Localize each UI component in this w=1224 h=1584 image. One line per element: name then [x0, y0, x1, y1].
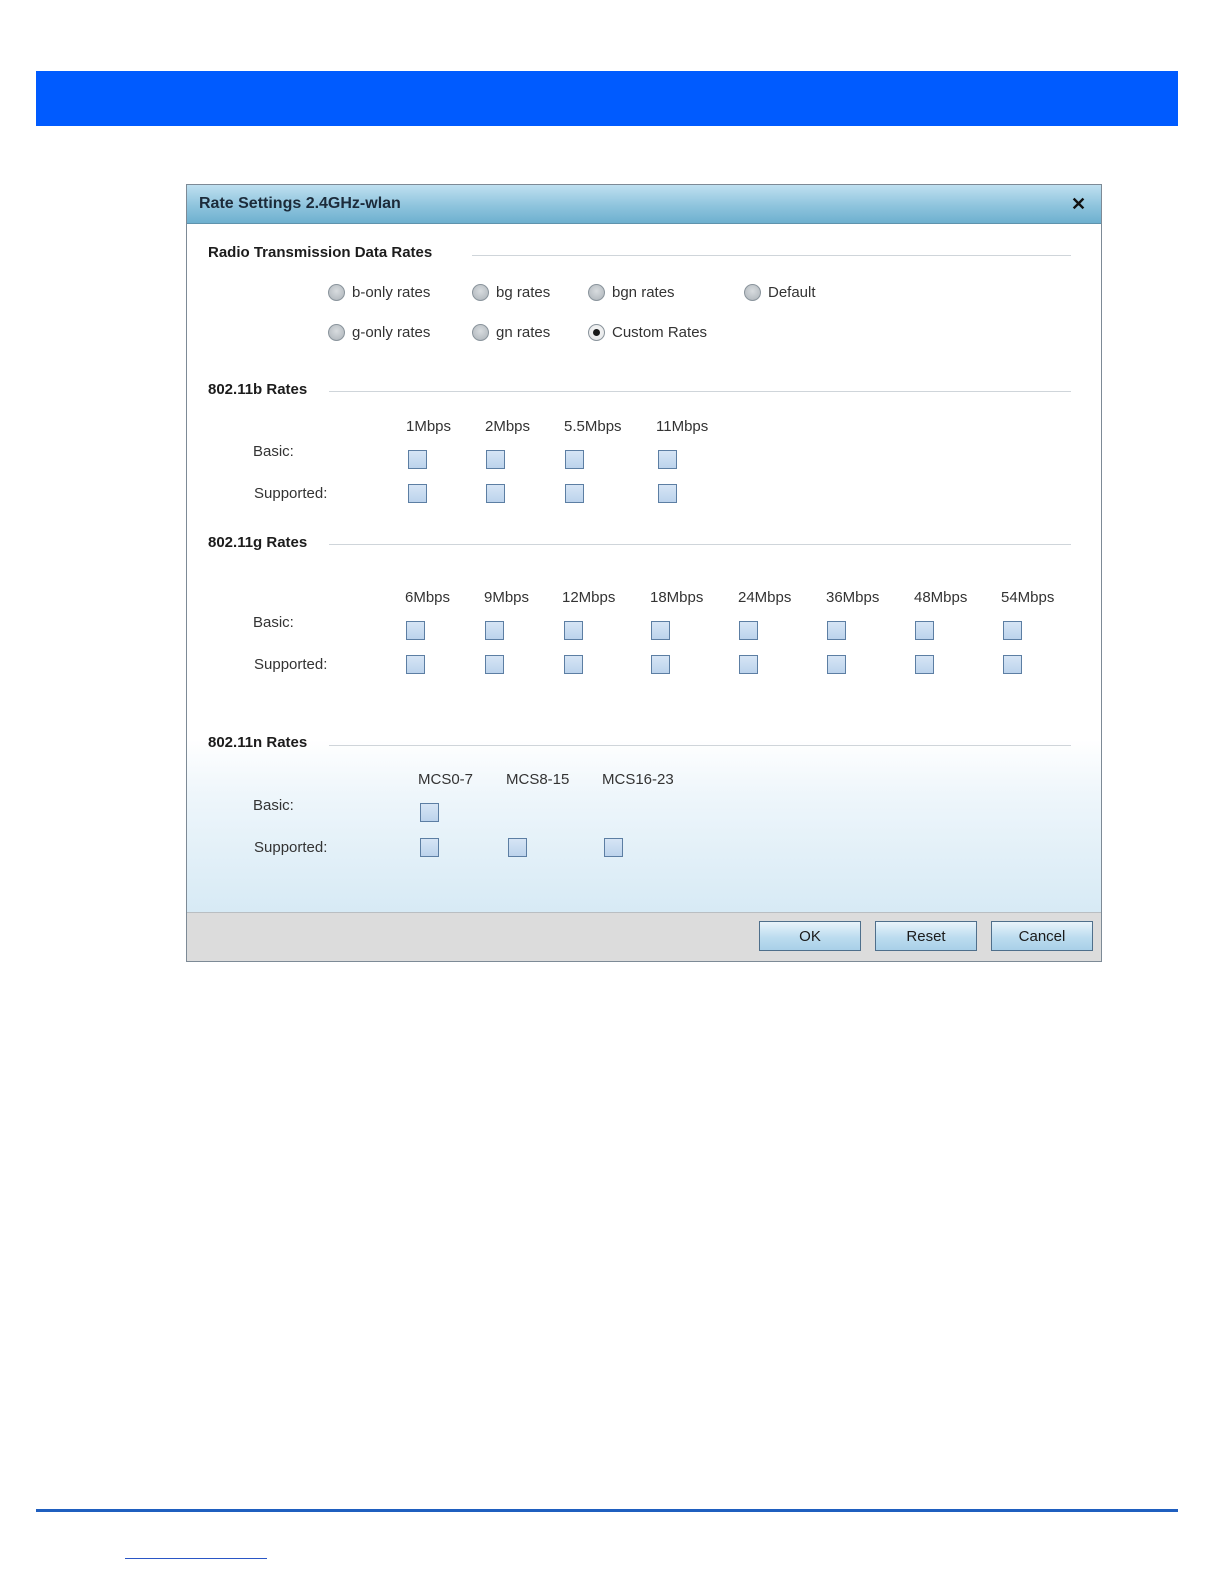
b-supported-1mbps-checkbox[interactable]	[408, 484, 427, 503]
g-col-12mbps: 12Mbps	[562, 589, 616, 606]
g-supported-24mbps-checkbox[interactable]	[739, 655, 758, 674]
b-supported-label: Supported:	[254, 485, 328, 502]
radio-gn-rates[interactable]: gn rates	[472, 324, 550, 341]
g-col-18mbps: 18Mbps	[650, 589, 704, 606]
g-supported-label: Supported:	[254, 656, 328, 673]
g-basic-48mbps-checkbox[interactable]	[915, 621, 934, 640]
top-banner	[36, 71, 1178, 126]
reset-button[interactable]: Reset	[875, 921, 977, 951]
radio-label: gn rates	[496, 324, 551, 341]
footer-rule	[36, 1509, 1178, 1512]
b-rates-section-title: 802.11b Rates	[208, 381, 308, 398]
b-basic-5-5mbps-checkbox[interactable]	[565, 450, 584, 469]
radio-rates-section-title: Radio Transmission Data Rates	[208, 244, 433, 261]
n-supported-mcs16-23-checkbox[interactable]	[604, 838, 623, 857]
section-divider	[329, 391, 1071, 392]
dialog-title: Rate Settings 2.4GHz-wlan	[199, 195, 401, 212]
section-divider	[329, 544, 1071, 545]
b-col-2mbps: 2Mbps	[485, 418, 531, 435]
g-supported-54mbps-checkbox[interactable]	[1003, 655, 1022, 674]
g-basic-9mbps-checkbox[interactable]	[485, 621, 504, 640]
b-supported-11mbps-checkbox[interactable]	[658, 484, 677, 503]
radio-bg-rates[interactable]: bg rates	[472, 284, 550, 301]
g-col-9mbps: 9Mbps	[484, 589, 530, 606]
g-supported-36mbps-checkbox[interactable]	[827, 655, 846, 674]
g-basic-12mbps-checkbox[interactable]	[564, 621, 583, 640]
radio-label: bg rates	[496, 284, 551, 301]
section-divider	[472, 255, 1071, 256]
radio-label: bgn rates	[612, 284, 675, 301]
radio-g-only-rates[interactable]: g-only rates	[328, 324, 430, 341]
b-supported-5-5mbps-checkbox[interactable]	[565, 484, 584, 503]
footer-link-underline	[125, 1558, 267, 1559]
g-basic-6mbps-checkbox[interactable]	[406, 621, 425, 640]
g-supported-6mbps-checkbox[interactable]	[406, 655, 425, 674]
b-basic-label: Basic:	[253, 443, 294, 460]
radio-label: g-only rates	[352, 324, 431, 341]
dialog-footer: OK Reset Cancel	[187, 912, 1101, 961]
g-basic-36mbps-checkbox[interactable]	[827, 621, 846, 640]
g-col-54mbps: 54Mbps	[1001, 589, 1055, 606]
g-col-6mbps: 6Mbps	[405, 589, 451, 606]
dialog-titlebar: Rate Settings 2.4GHz-wlan ✕	[187, 185, 1101, 224]
n-col-mcs16-23: MCS16-23	[602, 771, 674, 788]
g-basic-24mbps-checkbox[interactable]	[739, 621, 758, 640]
b-col-5-5mbps: 5.5Mbps	[564, 418, 622, 435]
radio-button-selected[interactable]	[588, 324, 605, 341]
n-basic-label: Basic:	[253, 797, 294, 814]
radio-label: Default	[768, 284, 816, 301]
n-supported-mcs0-7-checkbox[interactable]	[420, 838, 439, 857]
n-basic-mcs0-7-checkbox[interactable]	[420, 803, 439, 822]
radio-button[interactable]	[328, 284, 345, 301]
radio-button[interactable]	[588, 284, 605, 301]
radio-button[interactable]	[472, 324, 489, 341]
g-supported-12mbps-checkbox[interactable]	[564, 655, 583, 674]
b-col-11mbps: 11Mbps	[656, 418, 709, 435]
rate-settings-dialog: Rate Settings 2.4GHz-wlan ✕ Radio Transm…	[186, 184, 1102, 962]
n-supported-mcs8-15-checkbox[interactable]	[508, 838, 527, 857]
g-col-48mbps: 48Mbps	[914, 589, 968, 606]
b-basic-1mbps-checkbox[interactable]	[408, 450, 427, 469]
g-basic-54mbps-checkbox[interactable]	[1003, 621, 1022, 640]
g-supported-18mbps-checkbox[interactable]	[651, 655, 670, 674]
g-rates-section-title: 802.11g Rates	[208, 534, 308, 551]
ok-button[interactable]: OK	[759, 921, 861, 951]
radio-label: b-only rates	[352, 284, 431, 301]
g-supported-48mbps-checkbox[interactable]	[915, 655, 934, 674]
radio-b-only-rates[interactable]: b-only rates	[328, 284, 430, 301]
close-icon[interactable]: ✕	[1071, 194, 1086, 215]
radio-label: Custom Rates	[612, 324, 708, 341]
b-col-1mbps: 1Mbps	[406, 418, 452, 435]
cancel-button[interactable]: Cancel	[991, 921, 1093, 951]
b-supported-2mbps-checkbox[interactable]	[486, 484, 505, 503]
g-col-24mbps: 24Mbps	[738, 589, 792, 606]
g-basic-label: Basic:	[253, 614, 294, 631]
n-col-mcs0-7: MCS0-7	[418, 771, 474, 788]
b-basic-2mbps-checkbox[interactable]	[486, 450, 505, 469]
n-rates-section-title: 802.11n Rates	[208, 734, 308, 751]
n-supported-label: Supported:	[254, 839, 328, 856]
n-col-mcs8-15: MCS8-15	[506, 771, 570, 788]
section-divider	[329, 745, 1071, 746]
g-supported-9mbps-checkbox[interactable]	[485, 655, 504, 674]
radio-button[interactable]	[744, 284, 761, 301]
b-basic-11mbps-checkbox[interactable]	[658, 450, 677, 469]
radio-button[interactable]	[328, 324, 345, 341]
radio-bgn-rates[interactable]: bgn rates	[588, 284, 675, 301]
radio-default[interactable]: Default	[744, 284, 816, 301]
radio-button[interactable]	[472, 284, 489, 301]
radio-custom-rates[interactable]: Custom Rates	[588, 324, 707, 341]
g-col-36mbps: 36Mbps	[826, 589, 880, 606]
g-basic-18mbps-checkbox[interactable]	[651, 621, 670, 640]
